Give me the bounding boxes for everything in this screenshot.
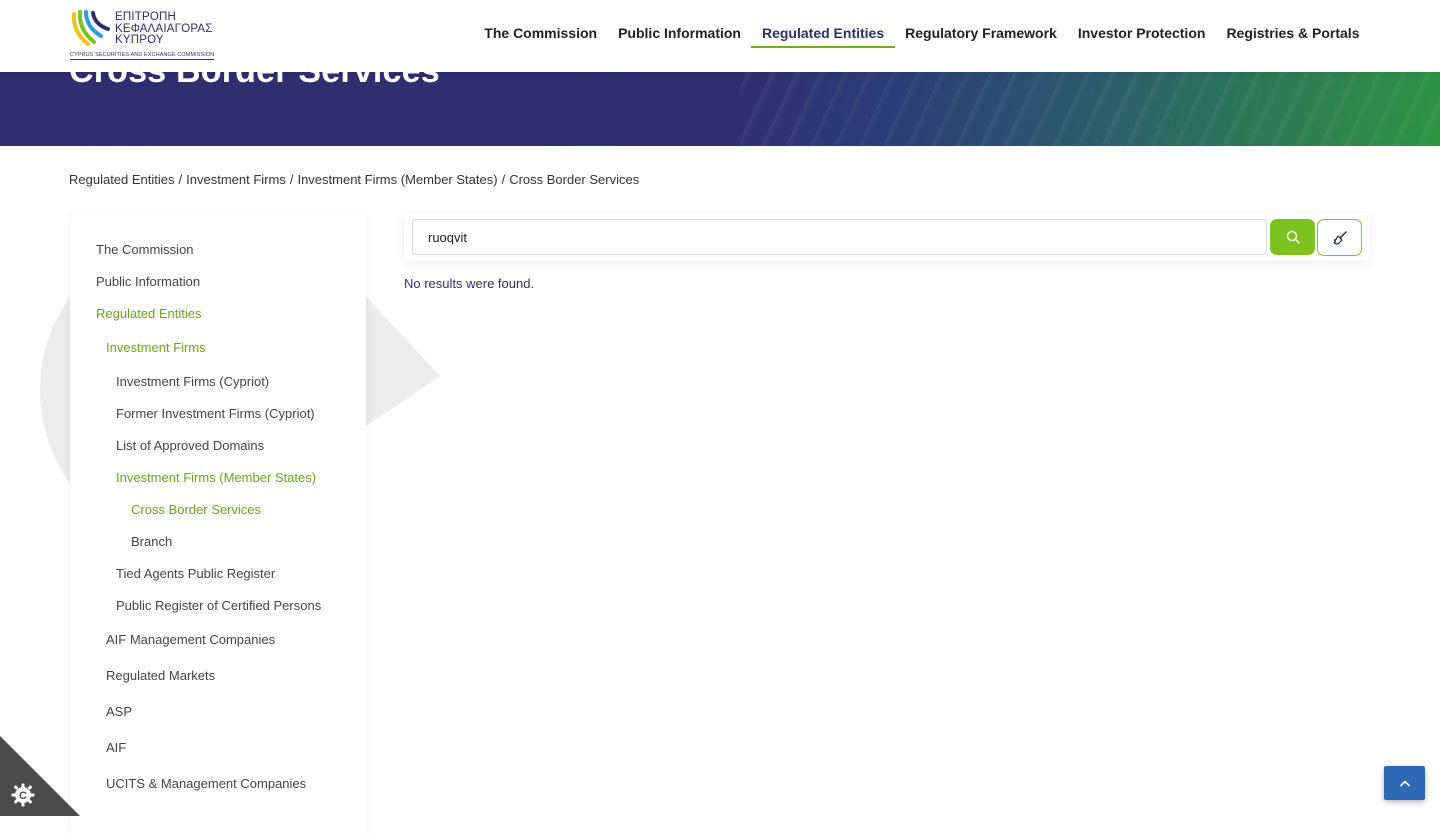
sidebar-item-regulated-entities[interactable]: Regulated Entities (96, 306, 202, 321)
breadcrumb-separator: / (501, 172, 506, 187)
nav-item-investor-protection[interactable]: Investor Protection (1067, 24, 1216, 48)
svg-text:C: C (19, 790, 27, 802)
sidebar-item-cross-border-services[interactable]: Cross Border Services (131, 502, 261, 517)
chevron-up-icon (1399, 780, 1410, 787)
sidebar-item-investment-firms-cypriot[interactable]: Investment Firms (Cypriot) (116, 374, 269, 389)
sidebar-item-ucits[interactable]: UCITS & Management Companies (106, 776, 306, 791)
sidebar-item-branch[interactable]: Branch (131, 534, 172, 549)
breadcrumb-link[interactable]: Investment Firms (Member States) (297, 172, 497, 187)
logo-line-1: ΕΠΙΤΡΟΠΗ (115, 11, 177, 23)
sidebar-item-asp[interactable]: ASP (106, 704, 132, 719)
logo[interactable]: ΕΠΙΤΡΟΠΗ ΚΕΦΑΛΑΙΑΓΟΡΑΣ ΚΥΠΡΟΥ CYPRUS SEC… (70, 8, 214, 62)
sidebar-item-former-investment-firms[interactable]: Former Investment Firms (Cypriot) (116, 406, 315, 421)
breadcrumb: Regulated Entities / Investment Firms / Inve… (69, 172, 639, 187)
sidebar-item-aif-management-companies[interactable]: AIF Management Companies (106, 632, 275, 647)
sidebar-item-investment-firms[interactable]: Investment Firms (106, 340, 206, 355)
logo-mark-icon (70, 10, 112, 52)
sidebar-item-the-commission[interactable]: The Commission (96, 242, 194, 257)
clear-search-button[interactable] (1317, 219, 1362, 256)
cookie-settings-button[interactable]: C (0, 736, 80, 816)
nav-item-regulatory-framework[interactable]: Regulatory Framework (895, 24, 1068, 48)
cookie-gear-icon: C (11, 783, 35, 807)
breadcrumb-link[interactable]: Investment Firms (186, 172, 286, 187)
logo-line-3: ΚΥΠΡΟΥ (115, 34, 164, 46)
nav-item-the-commission[interactable]: The Commission (474, 24, 608, 48)
back-to-top-button[interactable] (1384, 766, 1425, 800)
search-button[interactable] (1270, 219, 1315, 255)
sidebar-item-approved-domains[interactable]: List of Approved Domains (116, 438, 264, 453)
sidebar-item-aif[interactable]: AIF (106, 740, 126, 755)
nav-item-public-information[interactable]: Public Information (608, 24, 752, 48)
nav-item-registries-portals[interactable]: Registries & Portals (1216, 24, 1370, 48)
sidebar-item-certified-persons-register[interactable]: Public Register of Certified Persons (116, 598, 321, 613)
sidebar-nav: The Commission Public Information Regula… (70, 214, 366, 834)
breadcrumb-separator: / (289, 172, 294, 187)
breadcrumb-current: Cross Border Services (509, 172, 640, 187)
logo-text: ΕΠΙΤΡΟΠΗ ΚΕΦΑΛΑΙΑΓΟΡΑΣ ΚΥΠΡΟΥ (115, 11, 213, 47)
main-nav: The Commission Public Information Regula… (474, 24, 1370, 48)
sidebar-item-investment-firms-member-states[interactable]: Investment Firms (Member States) (116, 470, 316, 485)
sidebar-item-public-information[interactable]: Public Information (96, 274, 200, 289)
sidebar-item-regulated-markets[interactable]: Regulated Markets (106, 668, 215, 683)
no-results-message: No results were found. (404, 276, 535, 291)
search-panel (404, 213, 1370, 261)
breadcrumb-link[interactable]: Regulated Entities (69, 172, 175, 187)
site-header: ΕΠΙΤΡΟΠΗ ΚΕΦΑΛΑΙΑΓΟΡΑΣ ΚΥΠΡΟΥ CYPRUS SEC… (0, 0, 1440, 72)
breadcrumb-separator: / (178, 172, 183, 187)
search-input[interactable] (412, 219, 1267, 255)
logo-subtitle: CYPRUS SECURITIES AND EXCHANGE COMMISSIO… (70, 52, 215, 60)
search-icon (1286, 230, 1300, 244)
nav-item-regulated-entities[interactable]: Regulated Entities (751, 24, 895, 48)
broom-icon (1332, 230, 1347, 245)
sidebar-item-tied-agents-register[interactable]: Tied Agents Public Register (116, 566, 275, 581)
